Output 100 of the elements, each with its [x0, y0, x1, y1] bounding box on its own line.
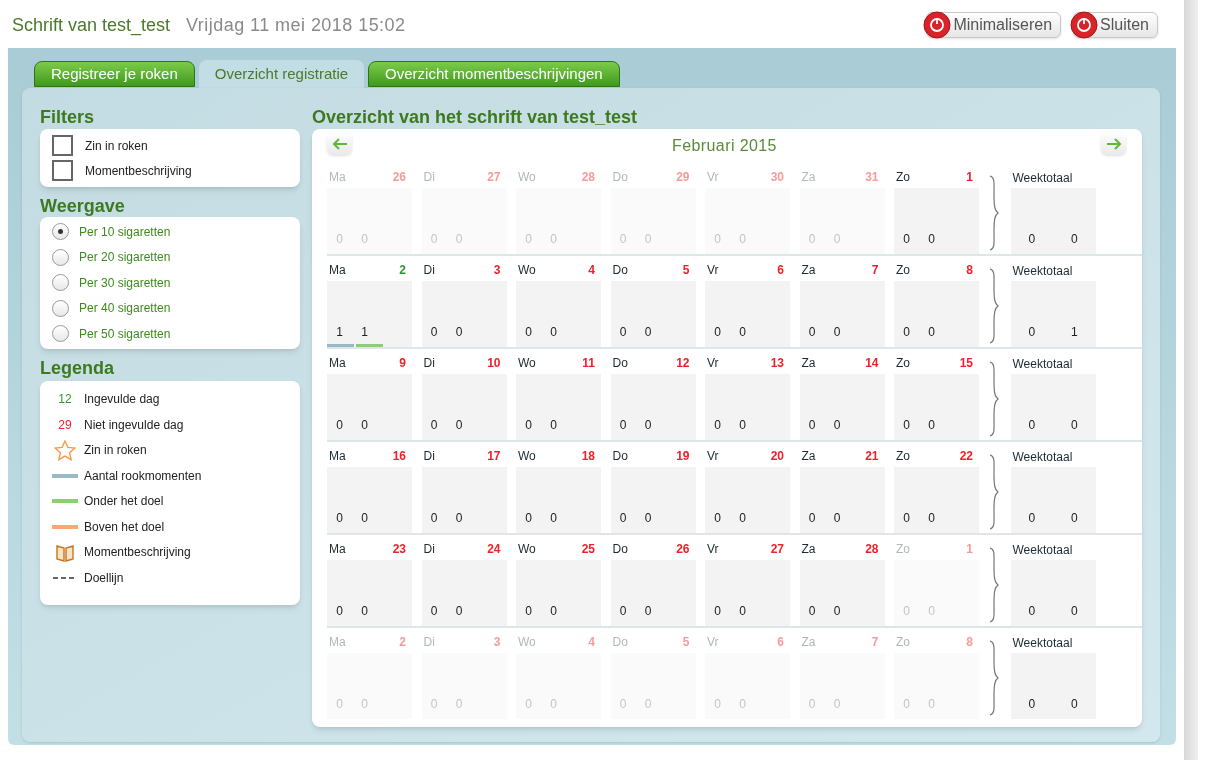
month-title: Februari 2015 [672, 136, 777, 156]
count-value: 0 [644, 603, 652, 620]
weekday-label: Vr [707, 354, 719, 372]
weekday-label: Vr [707, 540, 719, 558]
count-value: 0 [336, 510, 343, 527]
day-cell[interactable]: 1 1 [327, 281, 412, 347]
scrollbar[interactable] [1184, 0, 1198, 760]
weekday-label: Zo [896, 447, 910, 465]
next-month-button[interactable] [1101, 132, 1126, 155]
day-cell[interactable]: 0 0 [327, 560, 412, 626]
count-value: 0 [739, 510, 746, 527]
day-cell[interactable]: 0 0 [516, 281, 601, 347]
day-cell[interactable]: 0 0 [705, 560, 790, 626]
count-value: 1 [361, 324, 368, 341]
count-value: 0 [928, 510, 935, 527]
weekday-label: Wo [518, 447, 536, 465]
count-value: 0 [1070, 231, 1078, 248]
radio-button[interactable] [52, 223, 69, 241]
day-cell[interactable]: 0 0 [327, 467, 412, 533]
count-value: 0 [619, 603, 627, 620]
day-cell[interactable]: 0 0 [610, 560, 696, 626]
day-cell[interactable]: 0 0 [610, 467, 696, 533]
section-heading: Legenda [40, 356, 115, 379]
radio-button[interactable] [52, 248, 69, 266]
date-number: 2 [399, 633, 406, 651]
day-cell[interactable]: 0 0 [894, 467, 979, 533]
count-value: 0 [644, 324, 652, 341]
brace-icon [988, 640, 999, 716]
count-value: 0 [714, 603, 721, 620]
day-cell[interactable]: 0 0 [516, 560, 601, 626]
weekday-label: Za [801, 633, 816, 651]
date-number: 28 [581, 168, 595, 186]
date-number: 16 [392, 447, 406, 465]
weekday-label: Zo [896, 540, 910, 558]
count-value: 0 [525, 603, 532, 620]
brace-icon [988, 454, 999, 530]
date-number: 6 [777, 261, 784, 279]
count-value: 0 [808, 510, 816, 527]
weekday-label: Do [612, 261, 628, 279]
day-cell[interactable]: 0 0 [516, 467, 601, 533]
count-value: 0 [833, 510, 841, 527]
previous-month-button[interactable] [327, 132, 352, 155]
checkbox[interactable] [52, 160, 73, 181]
weekday-label: Di [423, 633, 435, 651]
day-cell[interactable]: 0 0 [705, 281, 790, 347]
weekday-label: Ma [329, 540, 346, 558]
day-cell[interactable]: 0 0 [799, 281, 885, 347]
day-cell[interactable]: 0 0 [516, 374, 601, 440]
day-cell[interactable]: 0 0 [894, 374, 979, 440]
day-cell[interactable]: 0 0 [421, 560, 507, 626]
tab[interactable]: Overzicht registratie [198, 60, 365, 88]
weekday-label: Za [801, 354, 816, 372]
date-number: 11 [582, 354, 595, 372]
count-value: 0 [714, 417, 721, 434]
day-cell[interactable]: 0 0 [421, 374, 507, 440]
date-number: 4 [588, 633, 595, 651]
count-value: 0 [714, 324, 721, 341]
date-number: 10 [487, 354, 501, 372]
window-button[interactable]: Sluiten [1073, 12, 1158, 38]
day-cell[interactable]: 0 0 [705, 374, 790, 440]
arrow-left-icon [331, 136, 348, 151]
day-cell[interactable]: 0 0 [421, 281, 507, 347]
day-cell[interactable]: 0 0 [421, 467, 507, 533]
weekday-label: Di [423, 261, 435, 279]
day-cell[interactable]: 0 0 [705, 467, 790, 533]
weekday-label: Wo [518, 540, 536, 558]
day-cell[interactable]: 0 0 [799, 467, 885, 533]
arrow-right-icon [1105, 136, 1122, 151]
weekday-label: Wo [518, 168, 536, 186]
count-value: 0 [1070, 510, 1078, 527]
section-heading: Weergave [40, 195, 126, 217]
day-cell[interactable]: 0 0 [327, 374, 412, 440]
day-cell[interactable]: 0 0 [610, 374, 696, 440]
checkbox[interactable] [52, 135, 73, 156]
count-value: 0 [833, 603, 841, 620]
window-button[interactable]: Minimaliseren [926, 12, 1062, 38]
count-value: 0 [833, 417, 841, 434]
count-value: 0 [455, 324, 463, 341]
date-number: 26 [392, 168, 406, 186]
date-number: 27 [770, 540, 784, 558]
week-total-label: Weektotaal [1011, 356, 1074, 370]
day-cell[interactable]: 0 0 [799, 560, 885, 626]
count-value: 0 [336, 603, 343, 620]
legend-label: Onder het doel [84, 493, 164, 511]
count-value: 0 [550, 510, 557, 527]
count-value: 0 [928, 324, 935, 341]
radio-button[interactable] [52, 325, 69, 343]
radio-button[interactable] [52, 299, 69, 317]
day-cell[interactable]: 0 0 [610, 281, 696, 347]
dashed-line-icon [53, 575, 77, 580]
count-value: 0 [1028, 603, 1036, 620]
count-value: 0 [808, 324, 816, 341]
day-cell[interactable]: 0 0 [799, 374, 885, 440]
radio-button[interactable] [52, 274, 69, 292]
day-cell[interactable]: 0 0 [894, 188, 979, 254]
weekday-label: Di [423, 447, 435, 465]
weekday-label: Zo [896, 261, 910, 279]
day-cell[interactable]: 0 0 [894, 281, 979, 347]
section-heading: Filters [40, 106, 96, 128]
brace-icon [988, 361, 999, 437]
